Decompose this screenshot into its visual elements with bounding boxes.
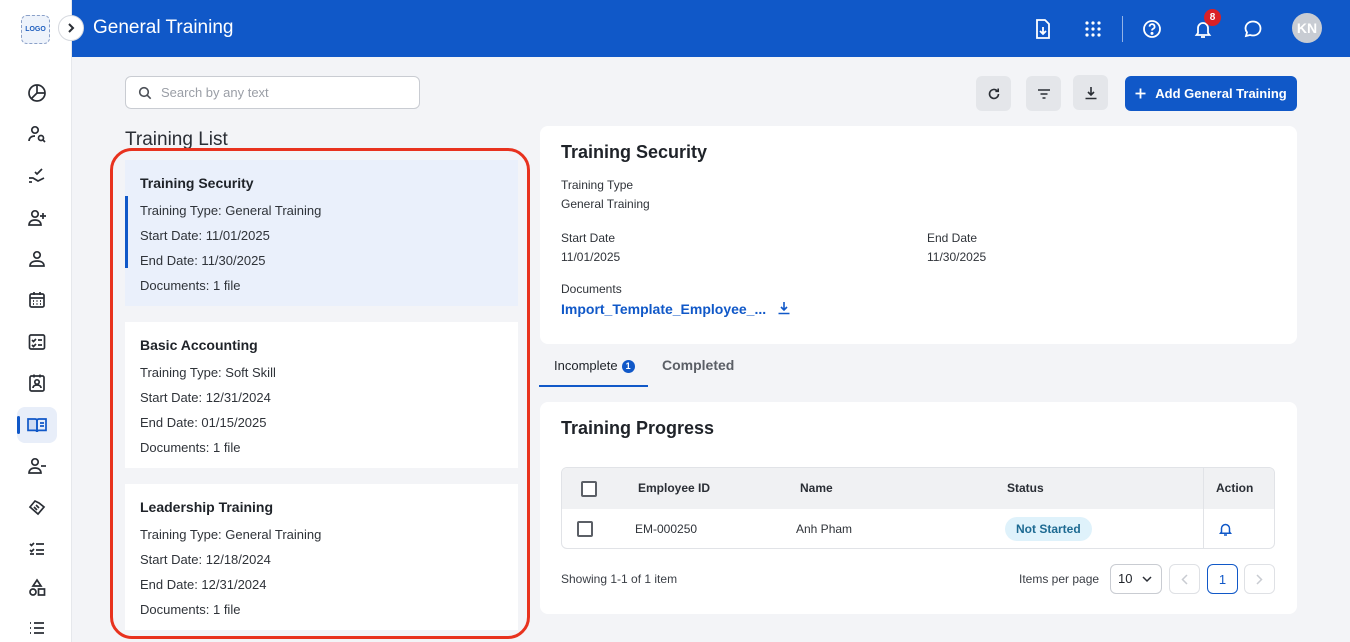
download-file-icon[interactable] [1028, 14, 1058, 44]
export-button[interactable] [1073, 75, 1108, 110]
cell-name: Anh Pham [796, 522, 853, 536]
tab-completed[interactable]: Completed [662, 356, 734, 387]
shapes-icon[interactable] [17, 570, 57, 606]
type-label: Training Type [561, 178, 634, 192]
col-action: Action [1216, 481, 1254, 495]
start-date-label: Start Date [561, 231, 616, 245]
training-detail-panel: Training Security Training Type General … [540, 126, 1297, 344]
card-title: Basic Accounting [140, 337, 258, 353]
pagination-summary: Showing 1-1 of 1 item [561, 572, 678, 586]
card-type: Training Type: Soft Skill [140, 365, 276, 380]
training-card-selected[interactable]: Training Security Training Type: General… [125, 160, 518, 306]
card-end: End Date: 01/15/2025 [140, 415, 267, 430]
card-docs: Documents: 1 file [140, 602, 241, 617]
tab-incomplete-label: Incomplete [554, 358, 618, 373]
col-employee-id[interactable]: Employee ID [638, 481, 710, 495]
document-link[interactable]: Import_Template_Employee_... [561, 301, 766, 317]
items-per-page-label: Items per page [1019, 572, 1100, 586]
search-icon [138, 86, 152, 99]
progress-table: Employee ID Name Status Action EM-000250… [561, 467, 1275, 549]
person-add-icon[interactable] [17, 200, 57, 236]
training-card[interactable]: Basic Accounting Training Type: Soft Ski… [125, 322, 518, 468]
person-icon[interactable] [17, 241, 57, 277]
pie-chart-icon[interactable] [17, 75, 57, 111]
next-page-button[interactable] [1244, 564, 1275, 594]
documents-label: Documents [561, 282, 622, 296]
card-type: Training Type: General Training [140, 527, 322, 542]
chevron-right-icon [68, 23, 75, 33]
notification-badge: 8 [1204, 9, 1221, 26]
tab-incomplete[interactable]: Incomplete 1 [539, 356, 648, 387]
add-button-label: Add General Training [1155, 86, 1287, 101]
contact-badge-icon[interactable] [17, 365, 57, 401]
notification-bell-icon[interactable]: 8 [1188, 9, 1221, 44]
card-start: Start Date: 12/31/2024 [140, 390, 271, 405]
page-button-current[interactable]: 1 [1207, 564, 1238, 594]
select-all-checkbox[interactable] [581, 481, 597, 497]
end-date-label: End Date [927, 231, 978, 245]
refresh-button[interactable] [976, 76, 1011, 111]
plus-icon [1135, 88, 1146, 99]
items-per-page-select[interactable]: 10 [1110, 564, 1162, 594]
card-end: End Date: 11/30/2025 [140, 253, 266, 268]
chevron-down-icon [1142, 576, 1152, 583]
row-checkbox[interactable] [577, 521, 593, 537]
top-bar: General Training 8 KN [72, 0, 1350, 57]
training-card[interactable]: Leadership Training Training Type: Gener… [125, 484, 518, 630]
hand-check-icon[interactable] [17, 158, 57, 194]
start-date-value: 11/01/2025 [561, 250, 621, 264]
remind-bell-icon[interactable] [1219, 522, 1232, 536]
card-type: Training Type: General Training [140, 203, 322, 218]
person-search-icon[interactable] [17, 116, 57, 152]
cell-employee-id: EM-000250 [635, 522, 698, 536]
training-progress-panel: Training Progress Employee ID Name Statu… [540, 402, 1297, 614]
filter-icon [1037, 88, 1050, 99]
type-value: General Training [561, 197, 650, 211]
page-title: General Training [93, 17, 234, 38]
app-logo[interactable]: LOGO [21, 15, 50, 44]
refresh-icon [988, 88, 999, 99]
user-avatar[interactable]: KN [1292, 13, 1322, 43]
toolbar-divider [1122, 16, 1123, 42]
apps-grid-icon[interactable] [1078, 14, 1108, 44]
calendar-icon[interactable] [17, 282, 57, 318]
checklist-box-icon[interactable] [17, 324, 57, 360]
card-title: Training Security [140, 175, 254, 191]
training-list-heading: Training List [125, 129, 228, 150]
status-badge: Not Started [1005, 517, 1092, 541]
card-start: Start Date: 12/18/2024 [140, 552, 271, 567]
download-icon [1085, 86, 1096, 99]
add-general-training-button[interactable]: Add General Training [1125, 76, 1297, 111]
detail-title: Training Security [561, 142, 708, 162]
search-input[interactable] [161, 85, 401, 100]
card-end: End Date: 12/31/2024 [140, 577, 267, 592]
action-column-divider [1203, 468, 1204, 548]
prev-page-button[interactable] [1169, 564, 1200, 594]
task-list-icon[interactable] [17, 530, 57, 566]
side-nav: LOGO [0, 0, 72, 642]
expand-sidebar-button[interactable] [58, 15, 84, 41]
help-icon[interactable] [1137, 14, 1167, 44]
chevron-right-icon [1256, 573, 1263, 585]
book-icon[interactable] [17, 407, 57, 443]
download-document-icon[interactable] [777, 301, 791, 315]
col-name[interactable]: Name [800, 481, 833, 495]
progress-title: Training Progress [561, 418, 715, 438]
card-title: Leadership Training [140, 499, 274, 515]
tab-incomplete-count: 1 [621, 360, 635, 373]
list-icon[interactable] [17, 610, 57, 642]
col-status[interactable]: Status [1007, 481, 1044, 495]
person-remove-icon[interactable] [17, 448, 57, 484]
chevron-left-icon [1181, 573, 1188, 585]
card-docs: Documents: 1 file [140, 440, 241, 455]
search-box[interactable] [125, 76, 420, 109]
card-start: Start Date: 11/01/2025 [140, 228, 270, 243]
end-date-value: 11/30/2025 [927, 250, 987, 264]
card-docs: Documents: 1 file [140, 278, 241, 293]
chat-icon[interactable] [1238, 14, 1268, 44]
filter-button[interactable] [1026, 76, 1061, 111]
handshake-icon[interactable] [17, 489, 57, 525]
items-per-page-value: 10 [1118, 571, 1133, 586]
